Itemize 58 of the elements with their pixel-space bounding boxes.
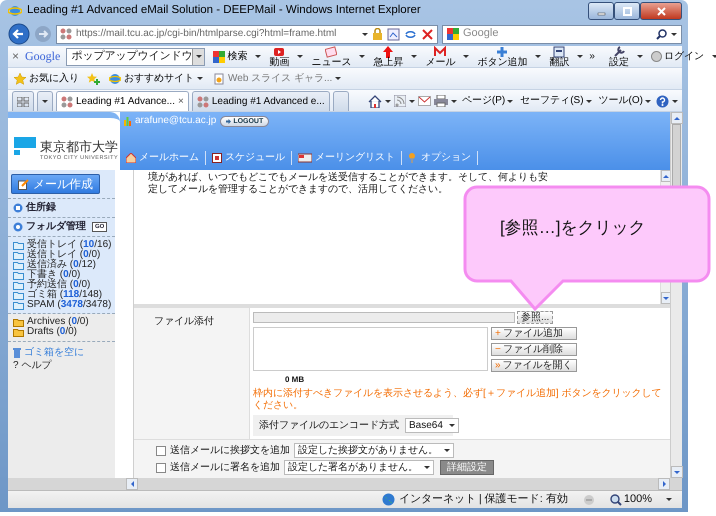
- login-button[interactable]: ログイン: [648, 51, 706, 62]
- news-button[interactable]: ニュース: [309, 46, 354, 68]
- mail-button[interactable]: メール: [423, 46, 458, 68]
- folder-link[interactable]: 下書き (0/0): [8, 270, 115, 280]
- browser-tab[interactable]: Leading #1 Advance... ×: [56, 91, 189, 111]
- option-select[interactable]: 設定した署名がありません。: [284, 460, 434, 475]
- more-button[interactable]: »: [589, 50, 595, 62]
- folder-link[interactable]: 送信トレイ (0/0): [8, 250, 115, 260]
- translate-button[interactable]: 翻訳: [547, 46, 572, 68]
- google-logo: Google: [25, 49, 60, 64]
- toolbar-search-field[interactable]: ポップアップウインドウ: [66, 48, 206, 66]
- address-field[interactable]: https://mail.tcu.ac.jp/cgi-bin/htmlparse.cgi?html=frame.html: [56, 24, 438, 44]
- university-name: 東京都市大学: [40, 138, 118, 154]
- browse-button[interactable]: 参照...: [517, 311, 554, 324]
- attachment-button[interactable]: + ファイル追加: [491, 327, 577, 340]
- video-button[interactable]: 動画: [267, 46, 292, 68]
- command-menu[interactable]: セーフティ(S): [518, 96, 594, 106]
- settings-button[interactable]: 設定: [606, 46, 631, 68]
- attachment-label: ファイル添付: [154, 316, 214, 328]
- favorite-link[interactable]: おすすめサイト: [107, 72, 205, 84]
- folder-link[interactable]: 予約送信 (0/0): [8, 280, 115, 290]
- command-menu[interactable]: ツール(O): [596, 96, 653, 106]
- browser-tab[interactable]: Leading #1 Advanced e...: [192, 91, 330, 111]
- checkbox-label: 送信メールに挨拶文を追加: [170, 444, 290, 456]
- checkbox-label: 送信メールに署名を追加: [170, 462, 280, 474]
- message-text: 境があれば、いつでもどこでもメールを送受信することができます。そして、何よりも安: [148, 172, 549, 184]
- attachment-button[interactable]: » ファイルを開く: [491, 359, 577, 372]
- search-field[interactable]: Google: [442, 24, 682, 44]
- trending-button[interactable]: 急上昇: [371, 46, 406, 68]
- add-button[interactable]: ボタン追加: [475, 46, 530, 68]
- option-select[interactable]: 設定した挨拶文がありません。: [294, 443, 454, 458]
- user-email: arafune@tcu.ac.jp: [135, 115, 216, 127]
- attachment-note: 枠内に添付すべきファイルを表示させるよう、必ず[＋ファイル追加] ボタンをクリックしてください。: [253, 388, 662, 412]
- close-toolbar-button[interactable]: ×: [12, 49, 20, 64]
- close-tab-button[interactable]: ×: [178, 96, 184, 108]
- favorites-button[interactable]: お気に入り: [12, 72, 81, 84]
- folder-link[interactable]: 受信トレイ (10/16): [8, 240, 115, 250]
- search-button[interactable]: 検索: [211, 50, 250, 62]
- command-menu[interactable]: ページ(P): [460, 96, 516, 106]
- tooltip-text: [参照…]をクリック: [500, 218, 646, 238]
- folder-link[interactable]: ゴミ箱 (118/148): [8, 290, 115, 300]
- folder-link[interactable]: Drafts (0/0): [8, 327, 115, 337]
- folder-link[interactable]: Archives (0/0): [8, 317, 115, 327]
- attachment-size: 0 MB: [285, 375, 304, 384]
- encoding-select[interactable]: Base64: [405, 418, 459, 433]
- folder-link[interactable]: 送信済み (0/12): [8, 260, 115, 270]
- attachment-button[interactable]: − ファイル削除: [491, 343, 577, 356]
- address-book-link[interactable]: 住所録: [8, 199, 115, 217]
- security-zone: インターネット | 保護モード: 有効: [398, 492, 568, 506]
- message-text: 定してメールを管理することができますので、活用してください。: [148, 184, 449, 196]
- zoom-level[interactable]: 100%: [624, 492, 652, 506]
- folder-link[interactable]: SPAM (3478/3478): [8, 300, 115, 310]
- help-mark: ?: [13, 360, 19, 370]
- help-link[interactable]: ヘルプ: [22, 360, 52, 370]
- favorite-link[interactable]: Web スライス ギャラ...: [211, 72, 344, 84]
- window-title: Leading #1 Advanced eMail Solution - DEEPMail - Windows Internet Explorer: [27, 4, 422, 18]
- empty-trash-link[interactable]: ゴミ箱を空に: [8, 346, 115, 359]
- encoding-label: 添付ファイルのエンコード方式: [259, 420, 399, 432]
